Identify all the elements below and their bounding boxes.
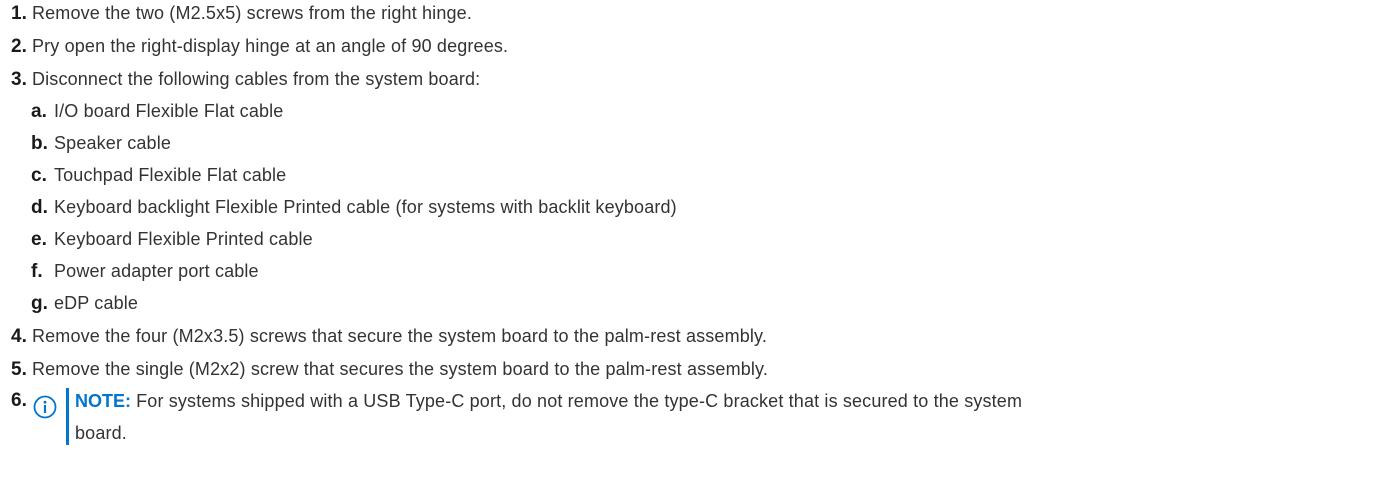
substep-d: d. Keyboard backlight Flexible Printed c… xyxy=(31,196,677,219)
step-number: 3. xyxy=(11,69,27,90)
substep-g: g. eDP cable xyxy=(31,292,138,315)
note-line-2: board. xyxy=(75,422,127,444)
substep-text: Power adapter port cable xyxy=(54,261,259,281)
substep-text: eDP cable xyxy=(54,293,139,313)
substep-letter: f. xyxy=(31,261,43,282)
step-number: 2. xyxy=(11,36,27,57)
substep-text: Keyboard backlight Flexible Printed cabl… xyxy=(54,197,677,217)
step-6: 6. xyxy=(11,390,32,412)
substep-letter: d. xyxy=(31,197,48,218)
step-text: Disconnect the following cables from the… xyxy=(32,69,481,89)
step-5: 5. Remove the single (M2x2) screw that s… xyxy=(11,358,768,381)
substep-letter: e. xyxy=(31,229,47,250)
substep-letter: b. xyxy=(31,133,48,154)
step-number: 1. xyxy=(11,3,27,24)
substep-f: f. Power adapter port cable xyxy=(31,260,259,283)
step-text: Remove the two (M2.5x5) screws from the … xyxy=(32,3,472,23)
step-4: 4. Remove the four (M2x3.5) screws that … xyxy=(11,325,767,348)
step-3: 3. Disconnect the following cables from … xyxy=(11,68,480,91)
procedure-document: 1. Remove the two (M2.5x5) screws from t… xyxy=(0,0,1391,486)
step-number: 4. xyxy=(11,326,27,347)
step-2: 2. Pry open the right-display hinge at a… xyxy=(11,35,508,58)
info-icon xyxy=(33,395,57,419)
substep-text: Keyboard Flexible Printed cable xyxy=(54,229,313,249)
step-text: Pry open the right-display hinge at an a… xyxy=(32,36,509,56)
substep-c: c. Touchpad Flexible Flat cable xyxy=(31,164,286,187)
step-text: Remove the single (M2x2) screw that secu… xyxy=(32,359,769,379)
note-text: For systems shipped with a USB Type-C po… xyxy=(131,391,1023,411)
substep-letter: g. xyxy=(31,293,48,314)
substep-text: Speaker cable xyxy=(54,133,172,153)
substep-text: Touchpad Flexible Flat cable xyxy=(54,165,287,185)
note-bar xyxy=(66,388,69,445)
step-number: 6. xyxy=(11,390,27,411)
substep-text: I/O board Flexible Flat cable xyxy=(54,101,284,121)
substep-letter: c. xyxy=(31,165,47,186)
substep-b: b. Speaker cable xyxy=(31,132,171,155)
substep-e: e. Keyboard Flexible Printed cable xyxy=(31,228,313,251)
step-number: 5. xyxy=(11,359,27,380)
substep-letter: a. xyxy=(31,101,47,122)
step-text: Remove the four (M2x3.5) screws that sec… xyxy=(32,326,768,346)
note-label: NOTE: xyxy=(75,391,131,411)
substep-a: a. I/O board Flexible Flat cable xyxy=(31,100,283,123)
note-text-continued: board. xyxy=(75,423,127,443)
step-1: 1. Remove the two (M2.5x5) screws from t… xyxy=(11,2,472,25)
note-line-1: NOTE: For systems shipped with a USB Typ… xyxy=(75,390,1022,412)
